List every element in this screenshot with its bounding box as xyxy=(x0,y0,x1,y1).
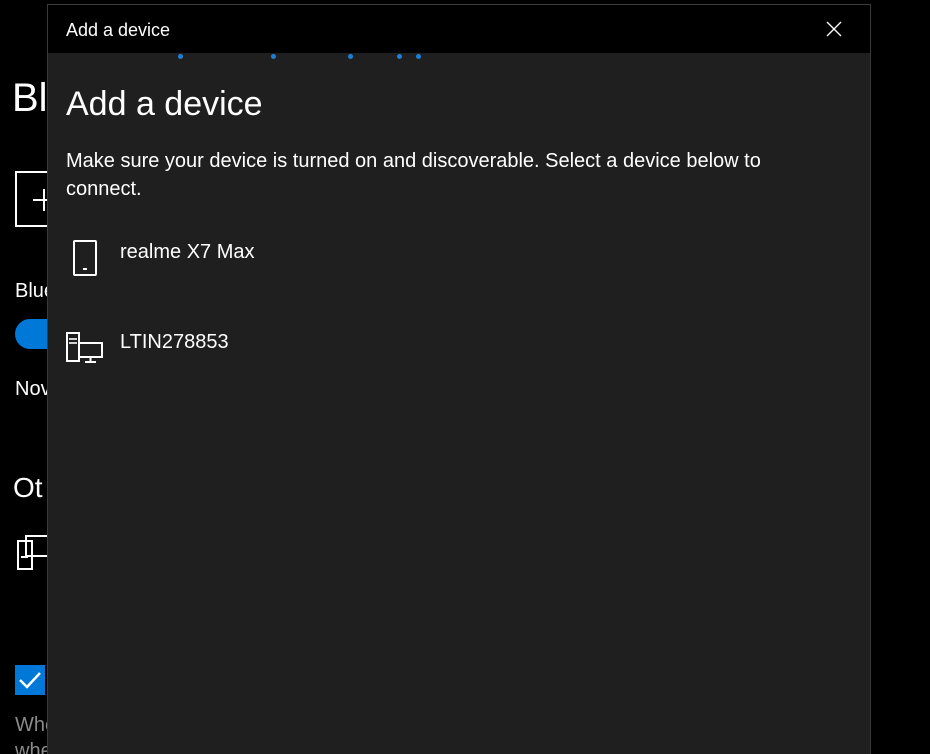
add-device-dialog: Add a device Add a device Make sure your… xyxy=(47,4,871,754)
plus-icon-vertical xyxy=(43,189,45,211)
progress-dot xyxy=(416,54,421,59)
dialog-titlebar-title: Add a device xyxy=(66,20,171,40)
swift-pair-checkbox[interactable] xyxy=(15,665,45,695)
searching-progress-indicator xyxy=(48,53,870,61)
screen: Blu Blue Nov Ot Whe whe Add a device Add… xyxy=(0,0,930,754)
progress-dot xyxy=(271,54,276,59)
device-list-item-realme[interactable]: realme X7 Max xyxy=(48,231,870,301)
computer-icon xyxy=(66,332,103,363)
device-name: realme X7 Max xyxy=(120,241,255,263)
device-name: LTIN278853 xyxy=(120,331,229,353)
progress-dot xyxy=(348,54,353,59)
progress-dot xyxy=(178,54,183,59)
close-button[interactable] xyxy=(798,5,870,53)
discoverable-status-text: Nov xyxy=(15,378,51,400)
phone-icon xyxy=(73,240,97,276)
other-devices-heading: Ot xyxy=(13,472,43,503)
checkmark-icon xyxy=(19,672,41,689)
dialog-instructions: Make sure your device is turned on and d… xyxy=(66,150,761,200)
dialog-titlebar[interactable]: Add a device xyxy=(48,5,870,53)
close-icon xyxy=(826,21,842,37)
progress-dot xyxy=(397,54,402,59)
device-list-item-ltin[interactable]: LTIN278853 xyxy=(48,321,870,391)
dialog-heading: Add a device xyxy=(66,85,263,123)
